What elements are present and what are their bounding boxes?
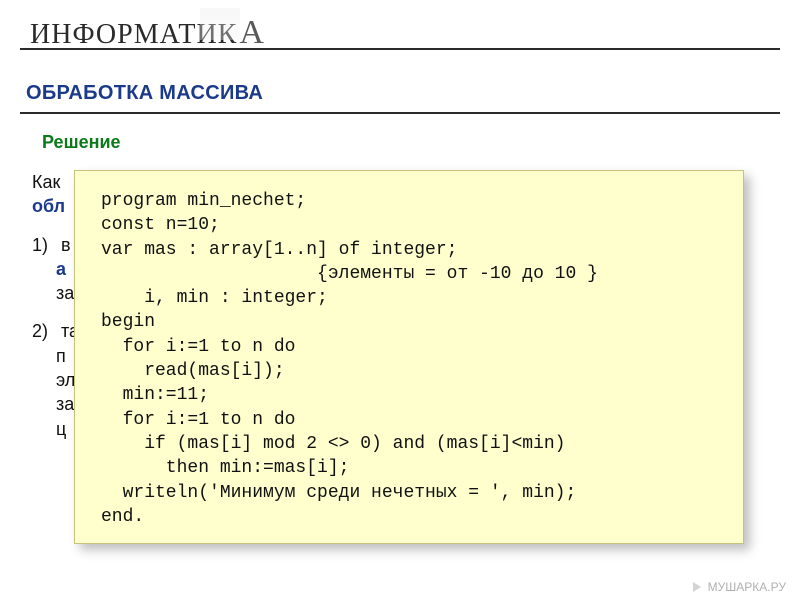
intro-line2: обл [32, 196, 65, 216]
item2-frag-b: п [56, 346, 66, 366]
item2-frag-e: ц [56, 419, 66, 439]
item2-frag-d: за [56, 394, 74, 414]
brand-header: ИНФОРМАТИК А [30, 14, 264, 52]
item1-frag-a: в [61, 235, 71, 255]
play-icon [693, 582, 701, 592]
code-listing: program min_nechet; const n=10; var mas … [101, 189, 717, 529]
brand-last-letter: А [239, 14, 264, 52]
intro-line1: Как [32, 172, 60, 192]
watermark-text: МУШАРКА.РУ [708, 580, 786, 594]
item1-number: 1) [32, 233, 56, 257]
header-rule [20, 48, 780, 50]
page-title: ОБРАБОТКА МАССИВА [26, 82, 263, 105]
item1-frag-b: а [56, 259, 66, 279]
item2-number: 2) [32, 319, 56, 343]
title-rule [20, 112, 780, 114]
section-heading: Решение [42, 132, 121, 153]
watermark: МУШАРКА.РУ [693, 580, 786, 594]
code-box: program min_nechet; const n=10; var mas … [74, 170, 744, 544]
item2-frag-c: эл [56, 370, 75, 390]
header-decoration [200, 8, 240, 40]
item1-frag-c: за [56, 283, 74, 303]
